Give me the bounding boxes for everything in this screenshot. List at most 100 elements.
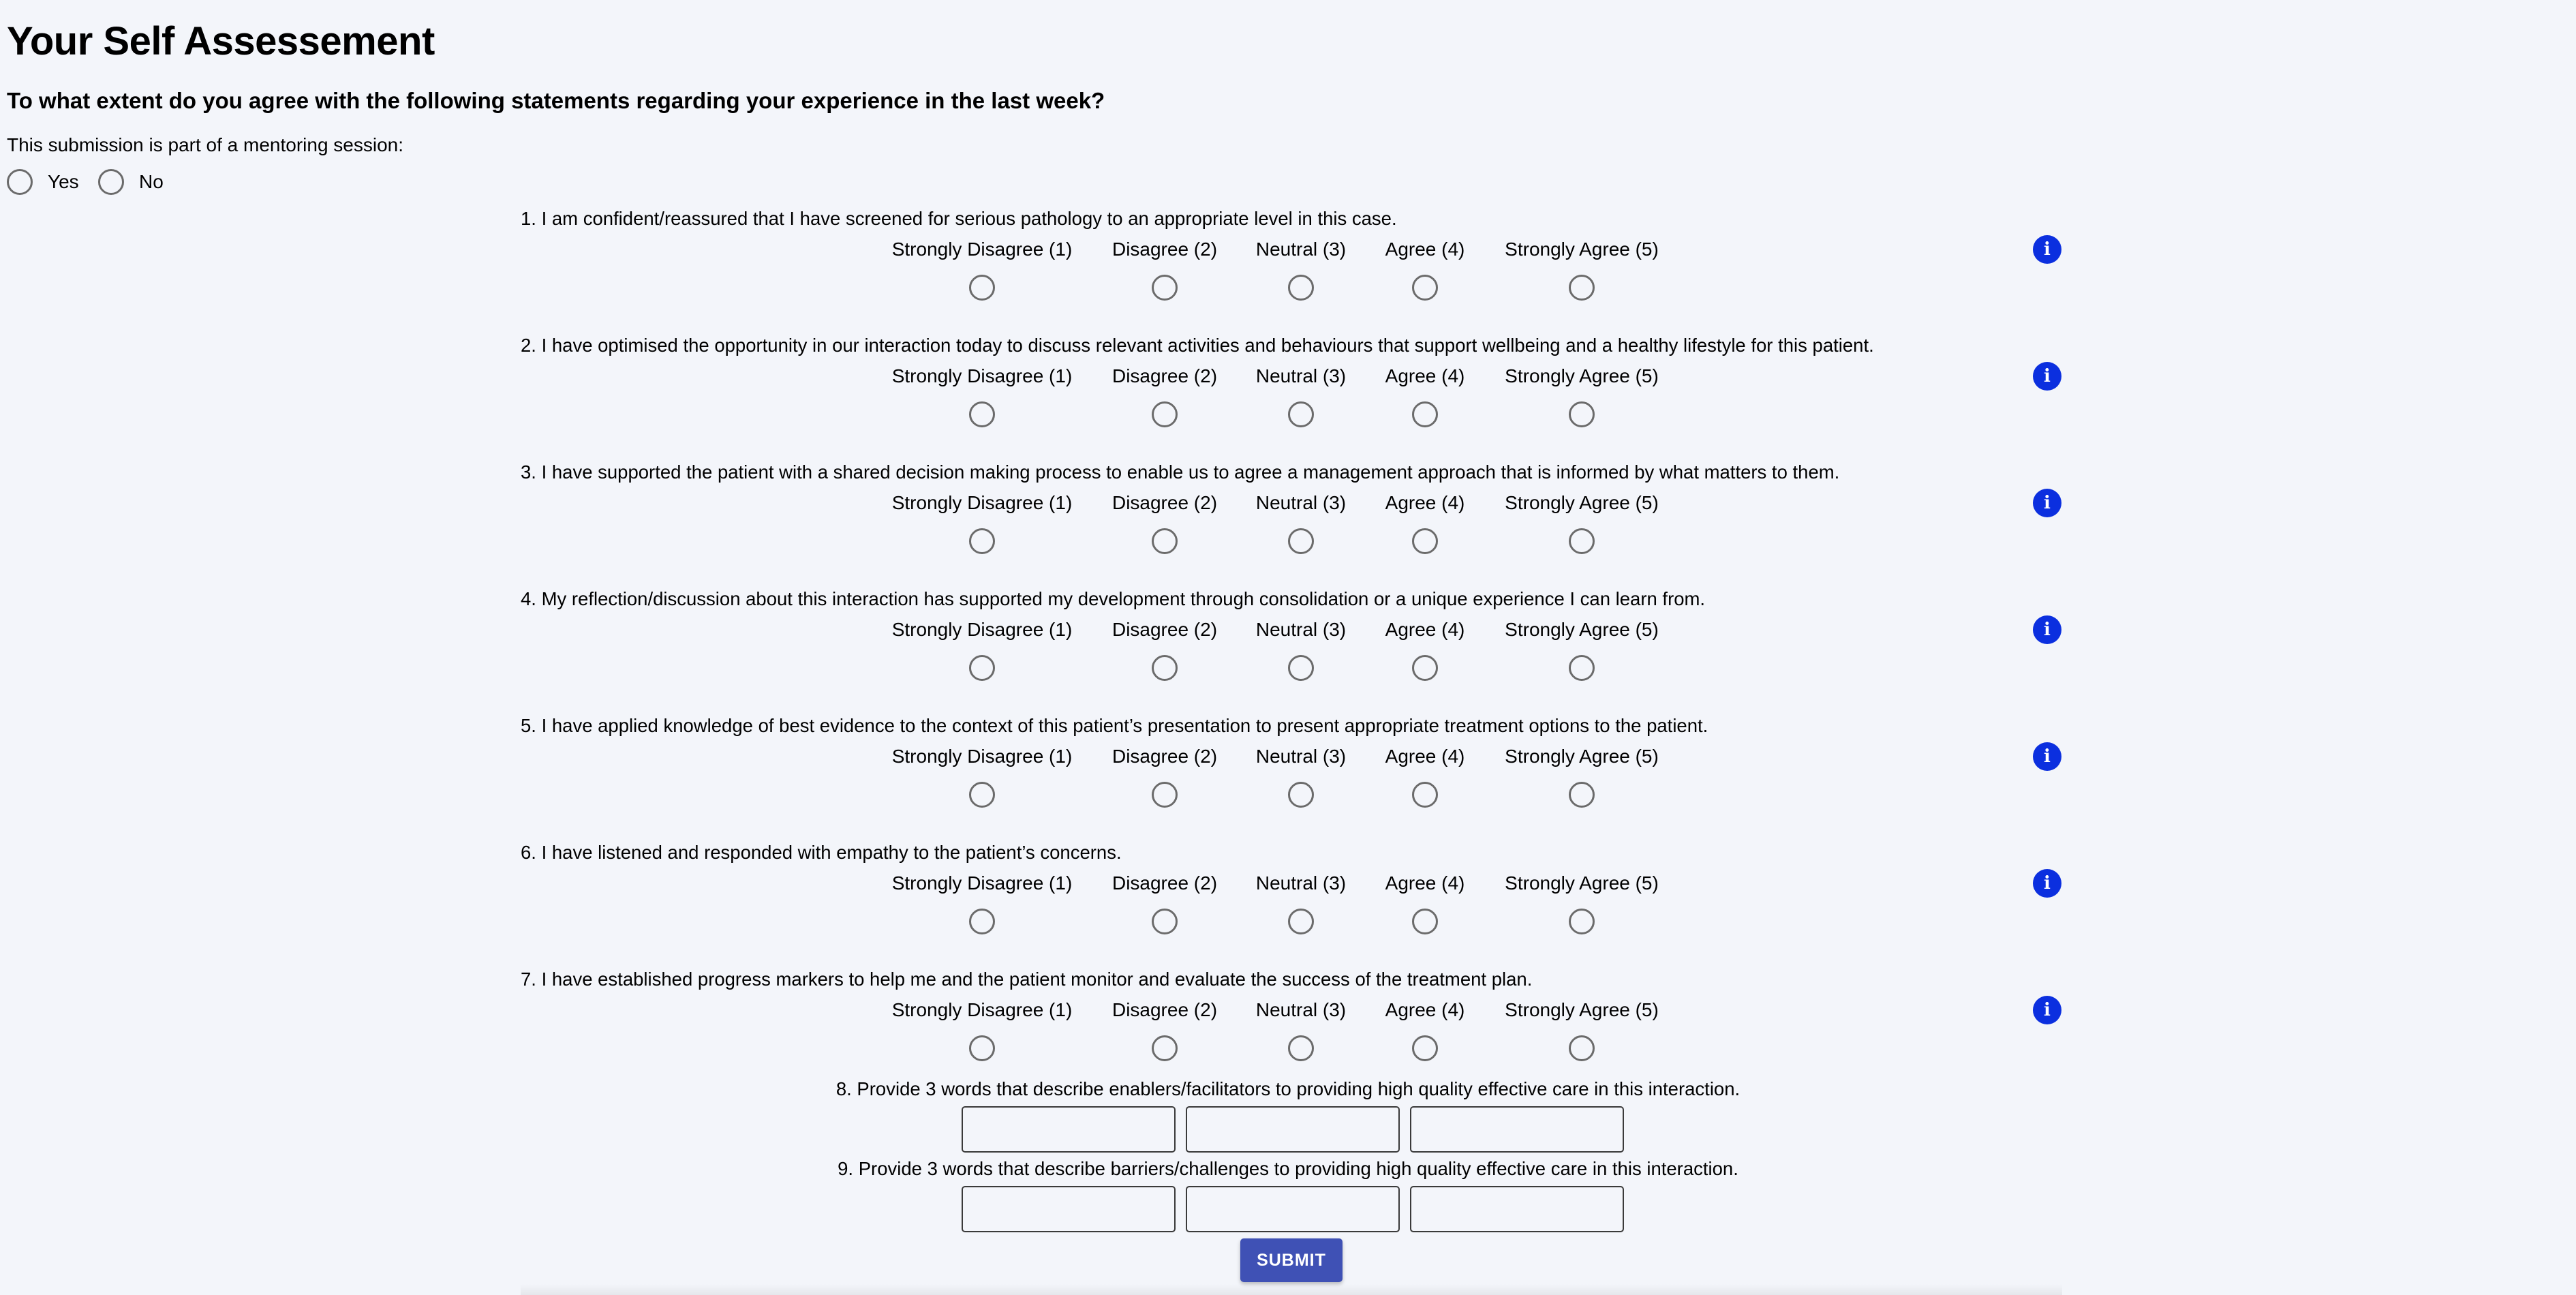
question-2-scale-label-3: Neutral (3) — [1255, 365, 1347, 386]
question-3-rating-radio-3[interactable] — [1288, 528, 1314, 554]
question-7-scale-label-1: Strongly Disagree (1) — [891, 999, 1073, 1020]
page-title: Your Self Assessement — [7, 19, 435, 63]
question-1-scale-label-1: Strongly Disagree (1) — [891, 239, 1073, 260]
question-5-scale-label-2: Disagree (2) — [1111, 746, 1218, 767]
question-5-rating-radio-5[interactable] — [1569, 782, 1595, 808]
mentoring-no-label: No — [139, 171, 164, 192]
question-1-rating-radio-5[interactable] — [1569, 275, 1595, 301]
card-bottom-shadow — [521, 1284, 2062, 1295]
mentoring-yes-radio[interactable] — [7, 169, 33, 195]
question-6-rating-radio-3[interactable] — [1288, 909, 1314, 934]
question-2-scale-label-5: Strongly Agree (5) — [1505, 365, 1659, 386]
question-4-scale-label-5: Strongly Agree (5) — [1505, 619, 1659, 640]
question-7-rating-radio-5[interactable] — [1569, 1035, 1595, 1061]
question-4-scale-label-2: Disagree (2) — [1111, 619, 1218, 640]
question-3-rating-radio-1[interactable] — [969, 528, 995, 554]
question-6-rating-radio-1[interactable] — [969, 909, 995, 934]
question-7-scale-label-5: Strongly Agree (5) — [1505, 999, 1659, 1020]
question-5-rating-radio-2[interactable] — [1152, 782, 1178, 808]
question-1: 1. I am confident/reassured that I have … — [0, 207, 2576, 329]
mentoring-no-radio[interactable] — [98, 169, 124, 195]
question-5-scale-label-5: Strongly Agree (5) — [1505, 746, 1659, 767]
question-5-scale-label-3: Neutral (3) — [1255, 746, 1347, 767]
info-icon[interactable]: i — [2033, 362, 2061, 391]
question-7-text: 7. I have established progress markers t… — [521, 969, 1533, 990]
question-4-scale-label-3: Neutral (3) — [1255, 619, 1347, 640]
question-4-scale-label-1: Strongly Disagree (1) — [891, 619, 1073, 640]
question-7-rating-radio-1[interactable] — [969, 1035, 995, 1061]
question-2-scale-label-2: Disagree (2) — [1111, 365, 1218, 386]
question-2-scale-label-4: Agree (4) — [1385, 365, 1465, 386]
barrier-word-2-input[interactable] — [1186, 1186, 1400, 1232]
question-6-scale-label-4: Agree (4) — [1385, 872, 1465, 894]
info-icon[interactable]: i — [2033, 869, 2061, 898]
question-9-text: 9. Provide 3 words that describe barrier… — [838, 1158, 1738, 1179]
info-icon[interactable]: i — [2033, 235, 2061, 264]
question-5-scale-label-1: Strongly Disagree (1) — [891, 746, 1073, 767]
question-3-scale-label-3: Neutral (3) — [1255, 492, 1347, 513]
question-4-rating-radio-3[interactable] — [1288, 655, 1314, 681]
question-7-rating-radio-3[interactable] — [1288, 1035, 1314, 1061]
info-icon[interactable]: i — [2033, 489, 2061, 517]
question-1-rating-radio-1[interactable] — [969, 275, 995, 301]
question-3-rating-radio-2[interactable] — [1152, 528, 1178, 554]
question-3-scale-label-5: Strongly Agree (5) — [1505, 492, 1659, 513]
question-3-scale-label-2: Disagree (2) — [1111, 492, 1218, 513]
question-7: 7. I have established progress markers t… — [0, 967, 2576, 1090]
question-2-rating-radio-4[interactable] — [1412, 401, 1438, 427]
question-5: 5. I have applied knowledge of best evid… — [0, 714, 2576, 836]
question-5-rating-radio-1[interactable] — [969, 782, 995, 808]
question-6-rating-radio-2[interactable] — [1152, 909, 1178, 934]
question-7-scale-label-4: Agree (4) — [1385, 999, 1465, 1020]
question-1-scale-label-4: Agree (4) — [1385, 239, 1465, 260]
question-2-scale-label-1: Strongly Disagree (1) — [891, 365, 1073, 386]
question-3-rating-radio-5[interactable] — [1569, 528, 1595, 554]
question-6-rating-radio-4[interactable] — [1412, 909, 1438, 934]
info-icon[interactable]: i — [2033, 996, 2061, 1024]
question-7-scale-label-3: Neutral (3) — [1255, 999, 1347, 1020]
question-4-rating-radio-5[interactable] — [1569, 655, 1595, 681]
enabler-word-2-input[interactable] — [1186, 1106, 1400, 1153]
question-7-rating-radio-4[interactable] — [1412, 1035, 1438, 1061]
submit-button[interactable]: SUBMIT — [1240, 1238, 1343, 1282]
question-2-rating-radio-5[interactable] — [1569, 401, 1595, 427]
question-2-rating-radio-1[interactable] — [969, 401, 995, 427]
question-2-rating-radio-2[interactable] — [1152, 401, 1178, 427]
question-4-rating-radio-1[interactable] — [969, 655, 995, 681]
question-7-rating-radio-2[interactable] — [1152, 1035, 1178, 1061]
question-3-scale-label-4: Agree (4) — [1385, 492, 1465, 513]
question-1-rating-radio-4[interactable] — [1412, 275, 1438, 301]
question-7-scale-label-2: Disagree (2) — [1111, 999, 1218, 1020]
question-3-text: 3. I have supported the patient with a s… — [521, 461, 1840, 483]
info-icon[interactable]: i — [2033, 615, 2061, 644]
question-1-scale-label-5: Strongly Agree (5) — [1505, 239, 1659, 260]
enabler-word-1-input[interactable] — [962, 1106, 1176, 1153]
question-6-text: 6. I have listened and responded with em… — [521, 842, 1122, 863]
barrier-word-1-input[interactable] — [962, 1186, 1176, 1232]
question-6-scale-label-3: Neutral (3) — [1255, 872, 1347, 894]
question-5-text: 5. I have applied knowledge of best evid… — [521, 715, 1708, 736]
barrier-word-3-input[interactable] — [1410, 1186, 1624, 1232]
question-6: 6. I have listened and responded with em… — [0, 840, 2576, 963]
question-3-rating-radio-4[interactable] — [1412, 528, 1438, 554]
question-2-rating-radio-3[interactable] — [1288, 401, 1314, 427]
question-1-rating-radio-2[interactable] — [1152, 275, 1178, 301]
question-4: 4. My reflection/discussion about this i… — [0, 587, 2576, 710]
question-5-rating-radio-4[interactable] — [1412, 782, 1438, 808]
question-3: 3. I have supported the patient with a s… — [0, 460, 2576, 583]
question-5-rating-radio-3[interactable] — [1288, 782, 1314, 808]
question-4-rating-radio-4[interactable] — [1412, 655, 1438, 681]
question-4-scale-label-4: Agree (4) — [1385, 619, 1465, 640]
enabler-word-3-input[interactable] — [1410, 1106, 1624, 1153]
question-1-scale-label-3: Neutral (3) — [1255, 239, 1347, 260]
question-1-scale-label-2: Disagree (2) — [1111, 239, 1218, 260]
question-1-rating-radio-3[interactable] — [1288, 275, 1314, 301]
question-2: 2. I have optimised the opportunity in o… — [0, 333, 2576, 456]
question-6-rating-radio-5[interactable] — [1569, 909, 1595, 934]
info-icon[interactable]: i — [2033, 742, 2061, 771]
question-6-scale-label-5: Strongly Agree (5) — [1505, 872, 1659, 894]
question-3-scale-label-1: Strongly Disagree (1) — [891, 492, 1073, 513]
mentoring-yes-label: Yes — [48, 171, 79, 192]
question-4-rating-radio-2[interactable] — [1152, 655, 1178, 681]
mentoring-session-label: This submission is part of a mentoring s… — [7, 134, 404, 155]
